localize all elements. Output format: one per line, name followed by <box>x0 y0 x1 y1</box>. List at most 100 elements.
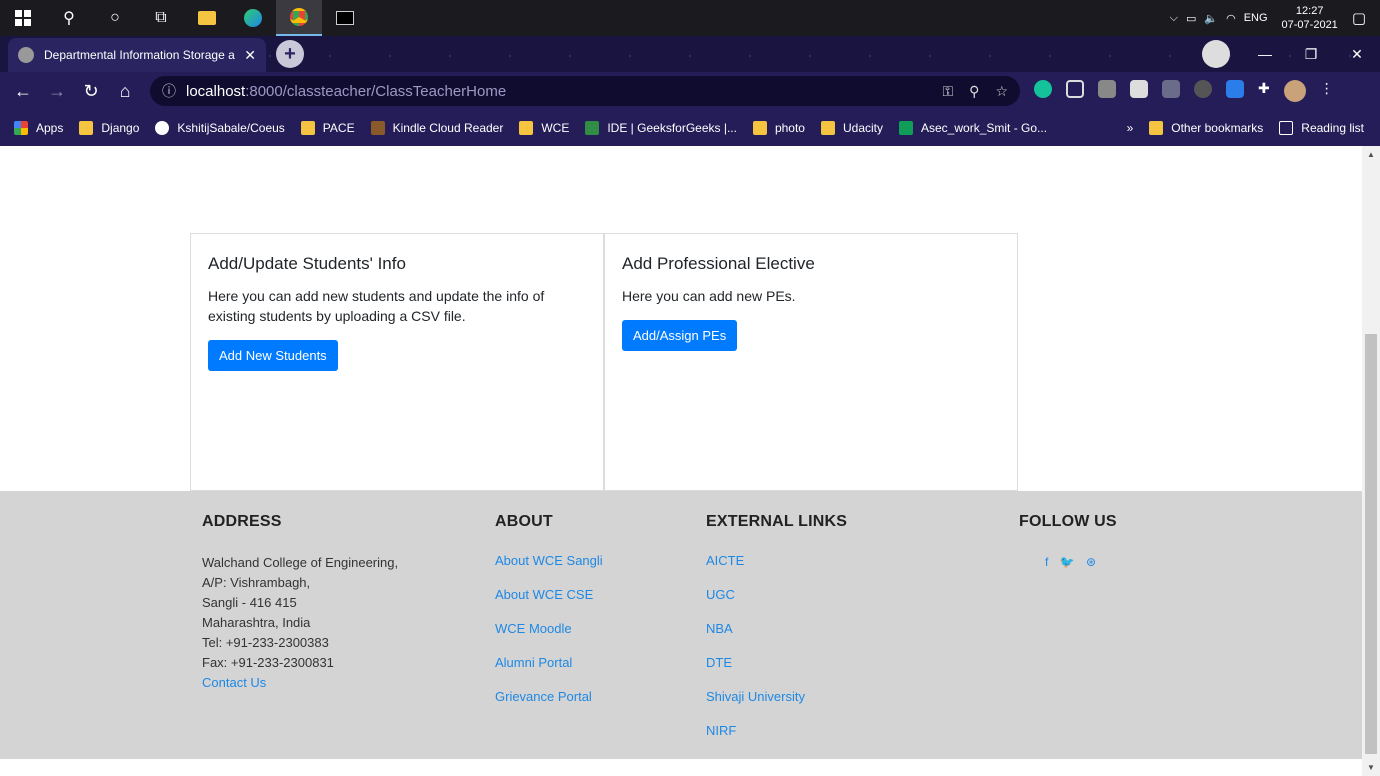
language-indicator[interactable]: ENG <box>1244 12 1268 24</box>
alumni-portal-link[interactable]: Alumni Portal <box>495 655 603 670</box>
social-icons[interactable]: f 🐦 ⊛ <box>1045 555 1100 569</box>
folder-icon <box>300 121 315 135</box>
bookmark-label: IDE | GeeksforGeeks |... <box>607 121 737 135</box>
card-title: Add/Update Students' Info <box>208 254 406 273</box>
contact-us-link[interactable]: Contact Us <box>202 673 398 693</box>
browser-tab[interactable]: Departmental Information Storage a ✕ <box>8 38 266 72</box>
close-window-icon[interactable]: ✕ <box>1334 46 1380 63</box>
home-icon[interactable]: ⌂ <box>108 81 142 102</box>
zoom-icon[interactable]: ⚲ <box>969 83 979 100</box>
bookmark-label: PACE <box>322 121 355 135</box>
bookmark-photo[interactable]: photo <box>752 121 805 135</box>
window-controls: — ❐ ✕ <box>1202 36 1380 72</box>
puzzle-icon[interactable]: ✚ <box>1258 80 1270 102</box>
dte-link[interactable]: DTE <box>706 655 847 670</box>
bookmark-label: Apps <box>36 121 64 135</box>
notification-icon[interactable]: ▢ <box>1352 9 1366 27</box>
search-icon[interactable]: ⚲ <box>46 0 92 36</box>
shivaji-university-link[interactable]: Shivaji University <box>706 689 847 704</box>
bookmark-asec[interactable]: Asec_work_Smit - Go... <box>899 121 1047 135</box>
wifi-icon[interactable]: ◠ <box>1226 12 1236 25</box>
folder-icon <box>752 121 767 135</box>
terminal-icon[interactable] <box>322 0 368 36</box>
bookmark-pace[interactable]: PACE <box>300 121 355 135</box>
bookmark-other[interactable]: Other bookmarks <box>1149 121 1263 135</box>
url-path: :8000/classteacher/ClassTeacherHome <box>245 82 507 100</box>
clock-date: 07-07-2021 <box>1281 19 1338 31</box>
scroll-down-icon[interactable]: ▼ <box>1362 763 1380 772</box>
edge-icon[interactable] <box>230 0 276 36</box>
back-icon[interactable]: ← <box>6 81 40 102</box>
bookmark-wce[interactable]: WCE <box>519 121 569 135</box>
nba-link[interactable]: NBA <box>706 621 847 636</box>
bookmark-gfg[interactable]: IDE | GeeksforGeeks |... <box>585 121 737 135</box>
footer-address: ADDRESS Walchand College of Engineering,… <box>202 513 398 693</box>
forward-icon[interactable]: → <box>40 81 74 102</box>
extension-icon[interactable] <box>1194 80 1212 98</box>
address-line: Tel: +91-233-2300383 <box>202 635 329 650</box>
students-card: Add/Update Students' Info Here you can a… <box>190 233 604 491</box>
bookmark-kindle[interactable]: Kindle Cloud Reader <box>370 121 503 135</box>
info-icon[interactable]: ⓘ <box>162 81 176 101</box>
cortana-icon[interactable]: ○ <box>92 0 138 36</box>
bookmarks-overflow-button[interactable]: » <box>1127 121 1134 135</box>
file-explorer-icon[interactable] <box>184 0 230 36</box>
nirf-link[interactable]: NIRF <box>706 723 847 738</box>
address-line: Walchand College of Engineering, <box>202 555 399 570</box>
footer: ADDRESS Walchand College of Engineering,… <box>0 491 1362 759</box>
avatar[interactable] <box>1283 80 1306 102</box>
about-wce-cse-link[interactable]: About WCE CSE <box>495 587 603 602</box>
reader-icon[interactable] <box>1130 80 1148 98</box>
chevron-up-icon[interactable]: ⌵ <box>1170 12 1178 25</box>
bookmark-label: WCE <box>541 121 570 135</box>
footer-follow-us: FOLLOW US f 🐦 ⊛ <box>1019 513 1117 571</box>
star-icon[interactable]: ☆ <box>995 83 1008 100</box>
add-new-students-button[interactable]: Add New Students <box>208 340 338 371</box>
extension-icon[interactable] <box>1226 80 1244 98</box>
key-icon[interactable]: ⚿ <box>943 83 954 100</box>
task-view-icon[interactable]: ⧉ <box>138 0 184 36</box>
scroll-up-icon[interactable]: ▲ <box>1362 150 1380 159</box>
menu-icon[interactable]: ⋮ <box>1320 80 1334 102</box>
tab-search-icon[interactable] <box>1202 40 1230 68</box>
restore-icon[interactable]: ❐ <box>1288 46 1334 63</box>
bookmark-coeus[interactable]: KshitijSabale/Coeus <box>155 121 285 135</box>
shield-icon[interactable] <box>1066 80 1084 98</box>
reading-list-label: Reading list <box>1301 121 1364 135</box>
reload-icon[interactable]: ↻ <box>74 81 108 102</box>
scroll-thumb[interactable] <box>1365 334 1377 754</box>
minimize-icon[interactable]: — <box>1242 46 1288 62</box>
url-bar[interactable]: ⓘ localhost:8000/classteacher/ClassTeach… <box>150 76 1020 106</box>
bookmark-label: photo <box>774 121 805 135</box>
add-assign-pes-button[interactable]: Add/Assign PEs <box>622 320 738 351</box>
windows-start-icon[interactable] <box>0 0 46 36</box>
reading-list-button[interactable]: Reading list <box>1279 121 1364 135</box>
bookmark-udacity[interactable]: Udacity <box>820 121 883 135</box>
github-icon <box>155 121 170 135</box>
new-tab-button[interactable]: + <box>276 40 304 68</box>
grammarly-icon[interactable] <box>1034 80 1052 98</box>
footer-heading: FOLLOW US <box>1019 513 1117 530</box>
tab-title: Departmental Information Storage a <box>44 48 235 62</box>
chrome-icon[interactable] <box>276 0 322 36</box>
aicte-link[interactable]: AICTE <box>706 553 847 568</box>
browser-toolbar: ← → ↻ ⌂ ⓘ localhost:8000/classteacher/Cl… <box>0 72 1380 110</box>
geeksforgeeks-icon <box>585 121 600 135</box>
battery-icon[interactable]: ▭ <box>1186 12 1196 25</box>
clock[interactable]: 12:27 07-07-2021 <box>1282 4 1338 32</box>
ugc-link[interactable]: UGC <box>706 587 847 602</box>
extension-icon[interactable] <box>1098 80 1116 98</box>
folder-icon <box>1149 121 1164 135</box>
wce-moodle-link[interactable]: WCE Moodle <box>495 621 603 636</box>
volume-icon[interactable]: 🔈 <box>1204 12 1218 25</box>
address-line: Sangli - 416 415 <box>202 595 297 610</box>
footer-heading: ABOUT <box>495 513 553 530</box>
close-tab-icon[interactable]: ✕ <box>244 47 256 64</box>
bookmark-apps[interactable]: Apps <box>14 121 63 135</box>
scrollbar[interactable]: ▲ ▼ <box>1362 146 1380 776</box>
extension-icon[interactable] <box>1162 80 1180 98</box>
grievance-portal-link[interactable]: Grievance Portal <box>495 689 603 704</box>
about-wce-sangli-link[interactable]: About WCE Sangli <box>495 553 603 568</box>
system-tray: ⌵ ▭ 🔈 ◠ ENG 12:27 07-07-2021 ▢ <box>1166 0 1380 36</box>
bookmark-django[interactable]: Django <box>79 121 139 135</box>
